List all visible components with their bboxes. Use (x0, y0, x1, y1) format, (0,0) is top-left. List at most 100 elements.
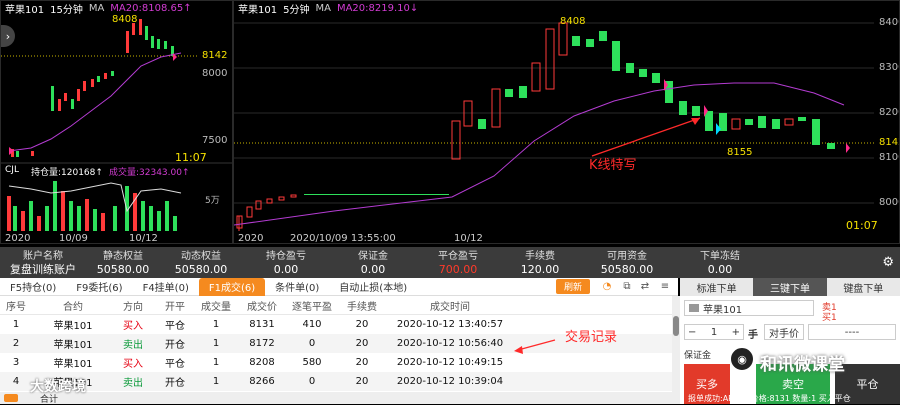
account-col-margin: 保证金 0.00 (330, 247, 416, 278)
left-date-0: 2020 (5, 233, 31, 244)
table-annotation: 交易记录 (565, 330, 618, 345)
tab-standard-order[interactable]: 标准下单 (680, 278, 754, 296)
right-chart-high-label: 8408 (560, 16, 586, 27)
fee-header: 手续费 (525, 250, 555, 262)
right-chart-annotation: K线特写 (589, 158, 637, 173)
qty-value: 1 (710, 326, 718, 338)
right-chart-current-price: 8142 (879, 137, 899, 148)
cell-open-close: 平仓 (165, 359, 185, 370)
watermark-brand: 和讯微课堂 (760, 355, 845, 375)
cell-qty: 1 (212, 338, 220, 349)
tab-trades[interactable]: F1成交(6) (198, 277, 266, 296)
cell-time: 2020-10-12 13:40:57 (396, 319, 504, 330)
watermark-corner: 大数跨境 (30, 379, 86, 395)
cell-fee: 20 (355, 319, 369, 330)
account-col-static: 静态权益 50580.00 (86, 247, 160, 278)
contract-selector[interactable]: 苹果101 (684, 300, 814, 316)
right-chart-low-label: 8155 (727, 147, 753, 158)
left-vol-label: 成交量:32343.00↑ (109, 168, 190, 178)
left-chart-price-7500: 7500 (202, 135, 228, 146)
settings-gear-icon[interactable]: ⚙ (882, 256, 894, 269)
left-hold-label: 持仓量:120168↑ (31, 168, 103, 178)
account-col-close-pnl: 平仓盈亏 700.00 (416, 247, 500, 278)
cell-direction: 卖出 (123, 378, 143, 389)
contract-name: 苹果101 (703, 304, 743, 316)
right-chart-titlebar: 苹果101 5分钟 MA MA20:8219.10↓ (234, 1, 899, 16)
cell-no: 2 (12, 338, 20, 349)
cell-no: 3 (12, 357, 20, 368)
close-pnl-value: 700.00 (438, 262, 478, 276)
left-volume-bars (7, 181, 177, 231)
tab-three-key-order[interactable]: 三键下单 (753, 278, 827, 296)
tab-pending[interactable]: F4挂单(0) (133, 278, 199, 296)
quantity-stepper[interactable]: − 1 + (684, 324, 744, 340)
qty-unit: 手 (748, 330, 758, 341)
cell-price: 8172 (249, 338, 275, 349)
margin-label: 保证金 (684, 351, 712, 361)
right-candle-group (236, 22, 835, 231)
export-icon[interactable]: ⧉ (620, 280, 634, 293)
cell-pnl: 0 (308, 376, 316, 387)
account-col-dynamic: 动态权益 50580.00 (160, 247, 242, 278)
cell-fee: 20 (355, 357, 369, 368)
cell-price: 8131 (249, 319, 275, 330)
left-chart-ma-label: MA (88, 2, 105, 14)
col-header-qty: 成交量 (201, 301, 231, 313)
left-chart-period[interactable]: 15分钟 (50, 1, 83, 16)
cell-fee: 20 (355, 338, 369, 349)
table-header-row: 序号 合约 方向 开平 成交量 成交价 逐笔平盈 手续费 成交时间 (0, 296, 672, 315)
available-header: 可用资金 (607, 250, 647, 262)
account-name-value: 复盘训练账户 (10, 262, 76, 276)
scrollbar-thumb[interactable] (673, 316, 679, 336)
account-col-available: 可用资金 50580.00 (580, 247, 674, 278)
plus-icon[interactable]: + (732, 327, 740, 338)
account-col-fee: 手续费 120.00 (500, 247, 580, 278)
minus-icon[interactable]: − (688, 327, 696, 338)
static-equity-value: 50580.00 (96, 262, 150, 276)
right-chart-period[interactable]: 5分钟 (283, 1, 309, 16)
margin-value: 0.00 (360, 262, 386, 276)
cell-open-close: 平仓 (165, 321, 185, 332)
cell-time: 2020-10-12 10:39:04 (396, 376, 504, 387)
tab-conditional[interactable]: 条件单(0) (265, 278, 329, 296)
menu-icon[interactable]: ≡ (658, 280, 672, 293)
right-chart-price-8400: 8400 (879, 17, 899, 28)
trades-table: 序号 合约 方向 开平 成交量 成交价 逐笔平盈 手续费 成交时间 1 苹果10… (0, 296, 672, 405)
right-ma-line (234, 82, 845, 226)
buy1-label: 买1 (822, 313, 837, 323)
tab-positions[interactable]: F5持仓(0) (0, 278, 66, 296)
right-chart-price-8200: 8200 (879, 107, 899, 118)
left-date-1: 10/09 (59, 233, 88, 244)
col-header-contract: 合约 (63, 301, 83, 313)
left-candle-group (11, 19, 174, 157)
right-chart-ma-label: MA (315, 2, 331, 14)
left-chart-panel[interactable]: 苹果101 15分钟 MA MA20:8108.65↑ › 8408 8142 … (0, 0, 233, 244)
cell-pnl: 580 (302, 357, 322, 368)
swap-icon[interactable]: ⇄ (638, 280, 652, 293)
left-chart-high-label: 8408 (112, 14, 138, 25)
static-equity-header: 静态权益 (103, 250, 143, 262)
tab-orders[interactable]: F9委托(6) (66, 278, 132, 296)
right-date-0: 2020 (238, 233, 264, 244)
price-input[interactable]: ---- (808, 324, 896, 340)
tab-keyboard-order[interactable]: 键盘下单 (826, 278, 900, 296)
col-header-pnl: 逐笔平盈 (292, 301, 332, 313)
col-header-no: 序号 (6, 301, 26, 313)
right-chart-panel[interactable]: 苹果101 5分钟 MA MA20:8219.10↓ 8408 8155 840… (233, 0, 900, 244)
pie-chart-icon[interactable]: ◔ (600, 280, 614, 293)
cell-open-close: 开仓 (165, 378, 185, 389)
right-date-1: 2020/10/09 13:55:00 (290, 233, 396, 244)
cell-time: 2020-10-12 10:56:40 (396, 338, 504, 349)
table-row[interactable]: 4 苹果101 卖出 开仓 1 8266 0 20 2020-10-12 10:… (0, 372, 672, 391)
table-scrollbar[interactable] (672, 296, 680, 404)
tab-auto-stoploss[interactable]: 自动止损(本地) (329, 278, 417, 296)
table-row[interactable]: 3 苹果101 买入 平仓 1 8208 580 20 2020-10-12 1… (0, 353, 672, 372)
cell-price: 8266 (249, 376, 275, 387)
right-candles (234, 22, 874, 231)
counterparty-price-button[interactable]: 对手价 (764, 324, 804, 340)
col-header-fee: 手续费 (347, 301, 377, 313)
order-status-line: 报单成功:AP101 价格:8131 数量:1 买入平仓 (688, 394, 851, 403)
refresh-button[interactable]: 刷新 (556, 279, 590, 294)
account-col-frozen: 下单冻结 0.00 (674, 247, 766, 278)
left-chart-current-price: 8142 (202, 50, 228, 61)
